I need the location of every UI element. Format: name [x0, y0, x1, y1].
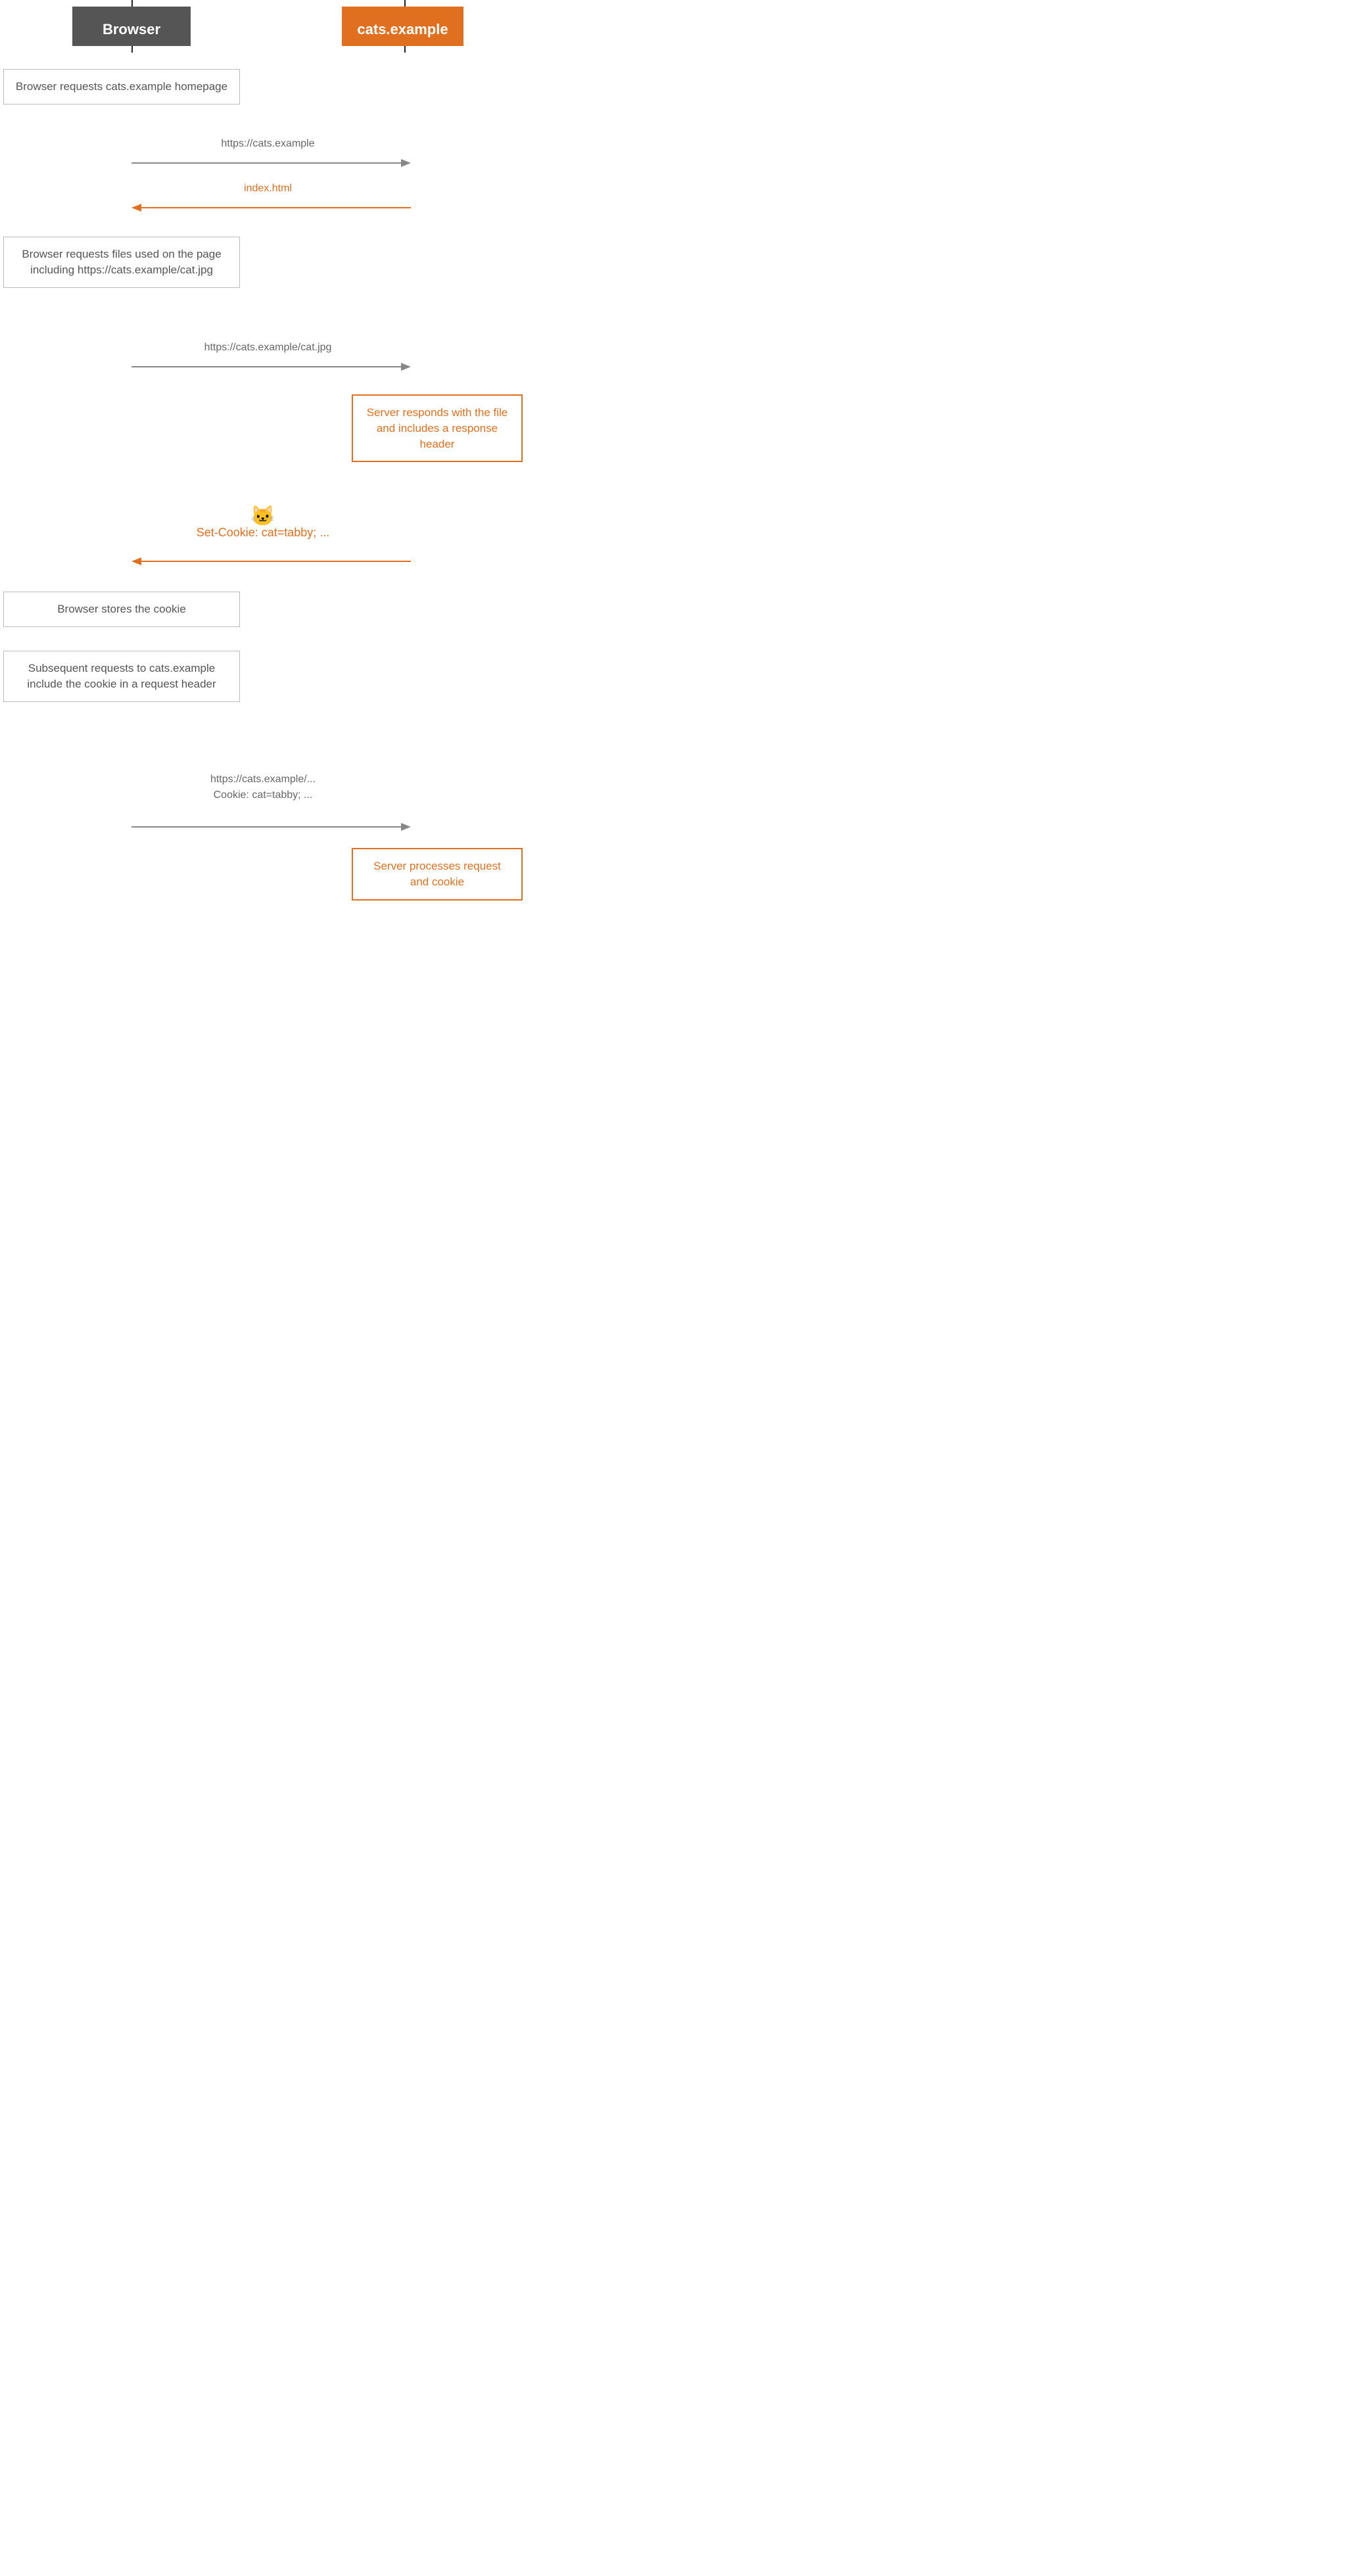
note-browser-request-homepage: Browser requests cats.example homepage	[3, 69, 240, 105]
arrow-label-catjpg-url: https://cats.example/cat.jpg	[131, 342, 404, 354]
arrow-request-catjpg: https://cats.example/cat.jpg	[131, 355, 404, 379]
note-server-responds: Server responds with the file and includ…	[352, 394, 523, 462]
arrow-label-subsequent: https://cats.example/... Cookie: cat=tab…	[0, 772, 526, 803]
sequence-diagram: Browser cats.example Browser requests ca…	[0, 0, 526, 53]
note-server-processes: Server processes request and cookie	[352, 848, 523, 901]
arrow-label-homepage-url: https://cats.example	[131, 138, 404, 150]
emoji-cat: 🐱	[0, 505, 526, 528]
arrow-label-indexhtml: index.html	[131, 183, 404, 195]
note-browser-stores-cookie: Browser stores the cookie	[3, 592, 240, 627]
browser-actor-bottom: Browser	[72, 13, 191, 46]
note-browser-request-files: Browser requests files used on the page …	[3, 237, 240, 288]
set-cookie-label: Set-Cookie: cat=tabby; ...	[0, 526, 526, 540]
server-actor-bottom: cats.example	[342, 13, 463, 46]
arrow-response-indexhtml: index.html	[131, 196, 404, 220]
arrow-request-homepage: https://cats.example	[131, 151, 404, 175]
note-subsequent-requests: Subsequent requests to cats.example incl…	[3, 651, 240, 702]
arrow-subsequent-request	[131, 815, 404, 839]
arrow-response-setcookie	[131, 550, 404, 573]
